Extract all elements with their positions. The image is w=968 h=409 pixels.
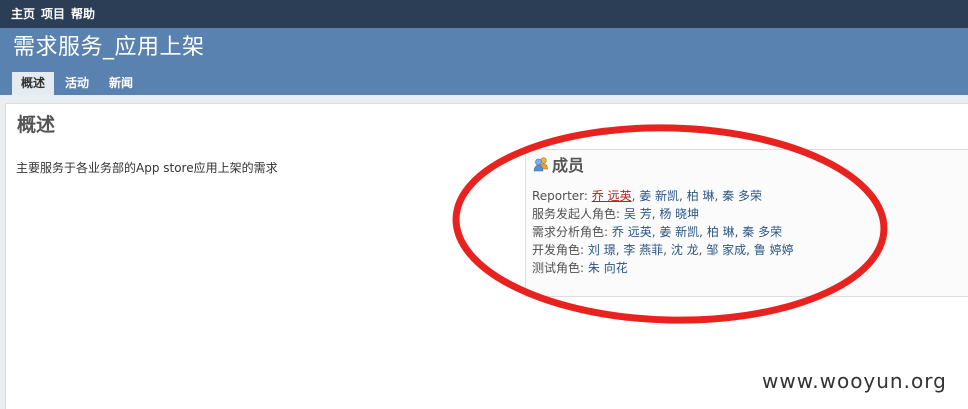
members-box: 成员 Reporter: 乔 远英, 姜 新凯, 柏 琳, 秦 多荣 服务发起人…	[525, 149, 968, 297]
top-menu-help-link[interactable]: 帮助	[71, 6, 95, 22]
role-colon: :	[583, 189, 592, 203]
project-description: 主要服务于各业务部的App store应用上架的需求	[16, 161, 278, 175]
user-link[interactable]: 邹 家成	[706, 243, 746, 257]
member-role-row: 服务发起人角色: 吴 芳, 杨 晓坤	[532, 205, 794, 223]
top-menu: 主页 项目 帮助	[11, 6, 95, 22]
user-link[interactable]: 吴 芳	[624, 207, 652, 221]
role-label: 开发角色	[532, 243, 581, 257]
separator: ,	[663, 243, 671, 257]
top-menu-projects-link[interactable]: 项目	[41, 6, 65, 22]
member-role-row: Reporter: 乔 远英, 姜 新凯, 柏 琳, 秦 多荣	[532, 187, 794, 205]
watermark: www.wooyun.org	[762, 369, 947, 393]
user-link[interactable]: 姜 新凯	[659, 225, 699, 239]
user-link[interactable]: 朱 向花	[588, 261, 628, 275]
separator: ,	[699, 225, 707, 239]
member-role-row: 需求分析角色: 乔 远英, 姜 新凯, 柏 琳, 秦 多荣	[532, 223, 794, 241]
user-link[interactable]: 乔 远英	[612, 225, 652, 239]
project-title: 需求服务_应用上架	[13, 35, 205, 60]
members-heading: 成员	[533, 155, 584, 177]
user-link[interactable]: 秦 多荣	[742, 225, 782, 239]
member-role-row: 测试角色: 朱 向花	[532, 259, 794, 277]
user-link[interactable]: 柏 琳	[707, 225, 735, 239]
user-link[interactable]: 杨 晓坤	[659, 207, 699, 221]
role-label: 服务发起人角色	[532, 207, 617, 221]
user-link[interactable]: 柏 琳	[687, 189, 715, 203]
role-label: 测试角色	[532, 261, 581, 275]
top-menu-home-link[interactable]: 主页	[11, 6, 35, 22]
role-label: 需求分析角色	[532, 225, 605, 239]
separator: ,	[679, 189, 687, 203]
user-link[interactable]: 沈 龙	[671, 243, 699, 257]
user-link[interactable]: 李 燕菲	[623, 243, 663, 257]
user-link[interactable]: 刘 璟	[588, 243, 616, 257]
user-link[interactable]: 鲁 婷婷	[754, 243, 794, 257]
top-menu-bar: 主页 项目 帮助	[0, 0, 968, 28]
member-role-row: 开发角色: 刘 璟, 李 燕菲, 沈 龙, 邹 家成, 鲁 婷婷	[532, 241, 794, 259]
user-link[interactable]: 秦 多荣	[722, 189, 762, 203]
role-colon: :	[616, 207, 624, 221]
role-colon: :	[604, 225, 612, 239]
main-tabs: 概述 活动 新闻	[12, 72, 142, 95]
user-link[interactable]: 乔 远英	[592, 189, 632, 203]
page-title: 概述	[17, 114, 56, 136]
tab-news[interactable]: 新闻	[100, 72, 142, 95]
members-title: 成员	[552, 156, 585, 175]
role-colon: :	[580, 243, 588, 257]
role-colon: :	[580, 261, 588, 275]
members-list: Reporter: 乔 远英, 姜 新凯, 柏 琳, 秦 多荣 服务发起人角色:…	[532, 187, 794, 277]
app-window: 主页 项目 帮助 需求服务_应用上架 概述 活动 新闻 概述 主要服务于各业务部…	[0, 0, 968, 409]
tab-overview[interactable]: 概述	[12, 72, 55, 95]
role-label: Reporter	[532, 189, 584, 203]
users-icon	[533, 156, 549, 176]
separator: ,	[714, 189, 723, 203]
project-header: 需求服务_应用上架 概述 活动 新闻	[0, 28, 968, 95]
separator: ,	[746, 243, 754, 257]
user-link[interactable]: 姜 新凯	[639, 189, 679, 203]
tab-activity[interactable]: 活动	[56, 72, 98, 95]
main-content: 概述 主要服务于各业务部的App store应用上架的需求 成员 Reporte…	[5, 103, 968, 409]
